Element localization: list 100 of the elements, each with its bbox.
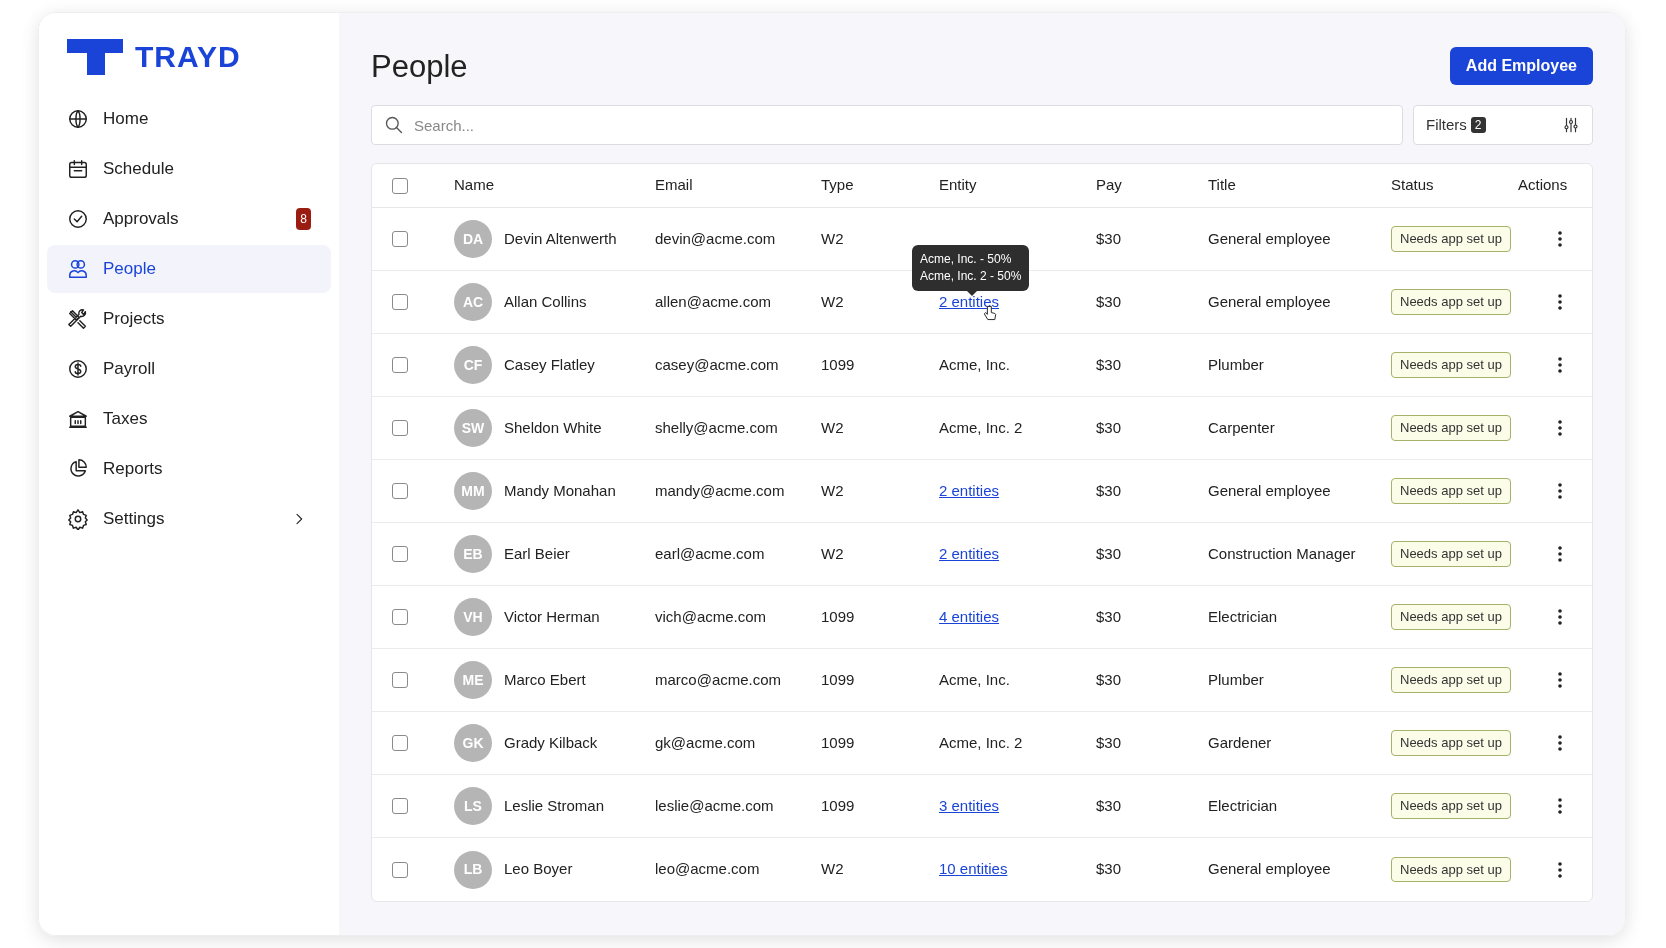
entities-link[interactable]: 2 entities xyxy=(939,544,1000,562)
entities-link[interactable]: 4 entities xyxy=(939,607,1000,625)
employee-name: Casey Flatley xyxy=(504,354,595,375)
nav-item[interactable]: Schedule xyxy=(47,145,331,193)
logo-icon xyxy=(67,39,123,75)
status-badge: Needs app set up xyxy=(1391,289,1511,315)
checkbox[interactable] xyxy=(392,546,408,562)
search-field[interactable]: Search... xyxy=(371,105,1403,145)
avatar: VH xyxy=(454,598,492,636)
column-header: Pay xyxy=(1096,176,1122,194)
checkbox[interactable] xyxy=(392,294,408,310)
avatar: CF xyxy=(454,346,492,384)
checkbox[interactable] xyxy=(392,357,408,373)
pay-cell: $30 xyxy=(1096,796,1122,814)
checkbox[interactable] xyxy=(392,672,408,688)
more-options-icon[interactable] xyxy=(1558,231,1562,247)
employee-name: Allan Collins xyxy=(504,291,587,312)
pay-cell: $30 xyxy=(1096,544,1122,562)
job-title-cell: Electrician xyxy=(1208,607,1278,625)
job-title-cell: Plumber xyxy=(1208,670,1264,688)
filters-button[interactable]: Filters 2 xyxy=(1413,105,1593,145)
globe-icon xyxy=(67,108,89,130)
email-cell: shelly@acme.com xyxy=(655,418,778,436)
nav-item[interactable]: Settings xyxy=(47,495,331,543)
checkbox[interactable] xyxy=(392,420,408,436)
more-options-icon[interactable] xyxy=(1558,483,1562,499)
sliders-icon xyxy=(1562,116,1580,134)
column-header: Status xyxy=(1391,176,1434,194)
type-cell: 1099 xyxy=(821,733,855,751)
type-cell: 1099 xyxy=(821,355,855,373)
email-cell: leslie@acme.com xyxy=(655,796,774,814)
more-options-icon[interactable] xyxy=(1558,357,1562,373)
avatar: EB xyxy=(454,535,492,573)
more-options-icon[interactable] xyxy=(1558,609,1562,625)
checkbox[interactable] xyxy=(392,177,408,194)
pay-cell: $30 xyxy=(1096,292,1122,310)
entities-link[interactable]: 10 entities xyxy=(939,860,1008,878)
entity-cell: Acme, Inc. xyxy=(939,355,1010,373)
nav-item[interactable]: Projects xyxy=(47,295,331,343)
nav-item[interactable]: People xyxy=(47,245,331,293)
page-title: People xyxy=(371,50,468,82)
nav-item[interactable]: Home xyxy=(47,95,331,143)
status-badge: Needs app set up xyxy=(1391,352,1511,378)
nav-item[interactable]: Approvals 8 xyxy=(47,195,331,243)
entities-link[interactable]: 2 entities xyxy=(939,481,1000,499)
checkbox[interactable] xyxy=(392,609,408,625)
nav-item[interactable]: Taxes xyxy=(47,395,331,443)
type-cell: W2 xyxy=(821,229,844,247)
checkbox[interactable] xyxy=(392,231,408,247)
nav-item[interactable]: Reports xyxy=(47,445,331,493)
check-circle-icon xyxy=(67,208,89,230)
employee-name: Leslie Stroman xyxy=(504,795,605,816)
column-header: Email xyxy=(655,176,693,194)
status-badge: Needs app set up xyxy=(1391,604,1511,630)
job-title-cell: Carpenter xyxy=(1208,418,1275,436)
type-cell: W2 xyxy=(821,292,844,310)
checkbox[interactable] xyxy=(392,735,408,751)
type-cell: W2 xyxy=(821,544,844,562)
email-cell: devin@acme.com xyxy=(655,229,776,247)
more-options-icon[interactable] xyxy=(1558,798,1562,814)
column-header: Entity xyxy=(939,176,977,194)
employee-name: Earl Beier xyxy=(504,543,570,564)
employee-name: Marco Ebert xyxy=(504,669,586,690)
job-title-cell: General employee xyxy=(1208,229,1331,247)
job-title-cell: General employee xyxy=(1208,481,1331,499)
type-cell: W2 xyxy=(821,418,844,436)
count-badge: 8 xyxy=(296,208,311,230)
checkbox[interactable] xyxy=(392,798,408,814)
entity-cell: Acme, Inc. 2 xyxy=(939,418,1023,436)
dollar-icon xyxy=(67,358,89,380)
entities-link[interactable]: 2 entities xyxy=(939,292,1000,310)
email-cell: earl@acme.com xyxy=(655,544,765,562)
checkbox[interactable] xyxy=(392,483,408,499)
avatar: MM xyxy=(454,472,492,510)
type-cell: 1099 xyxy=(821,796,855,814)
more-options-icon[interactable] xyxy=(1558,546,1562,562)
more-options-icon[interactable] xyxy=(1558,861,1562,878)
more-options-icon[interactable] xyxy=(1558,672,1562,688)
filter-count-badge: 2 xyxy=(1470,117,1486,133)
type-cell: W2 xyxy=(821,860,844,878)
job-title-cell: Gardener xyxy=(1208,733,1272,751)
employee-name: Victor Herman xyxy=(504,606,600,627)
email-cell: vich@acme.com xyxy=(655,607,767,625)
nav-item[interactable]: Payroll xyxy=(47,345,331,393)
status-badge: Needs app set up xyxy=(1391,793,1511,819)
employee-name: Devin Altenwerth xyxy=(504,228,617,249)
pie-chart-icon xyxy=(67,458,89,480)
more-options-icon[interactable] xyxy=(1558,735,1562,751)
column-header: Name xyxy=(454,176,494,194)
status-badge: Needs app set up xyxy=(1391,478,1511,504)
avatar: SW xyxy=(454,409,492,447)
checkbox[interactable] xyxy=(392,861,408,878)
more-options-icon[interactable] xyxy=(1558,294,1562,310)
more-options-icon[interactable] xyxy=(1558,420,1562,436)
pay-cell: $30 xyxy=(1096,229,1122,247)
entities-link[interactable]: 3 entities xyxy=(939,796,1000,814)
add-employee-button[interactable]: Add Employee xyxy=(1449,47,1593,85)
type-cell: 1099 xyxy=(821,670,855,688)
pay-cell: $30 xyxy=(1096,670,1122,688)
pay-cell: $30 xyxy=(1096,418,1122,436)
